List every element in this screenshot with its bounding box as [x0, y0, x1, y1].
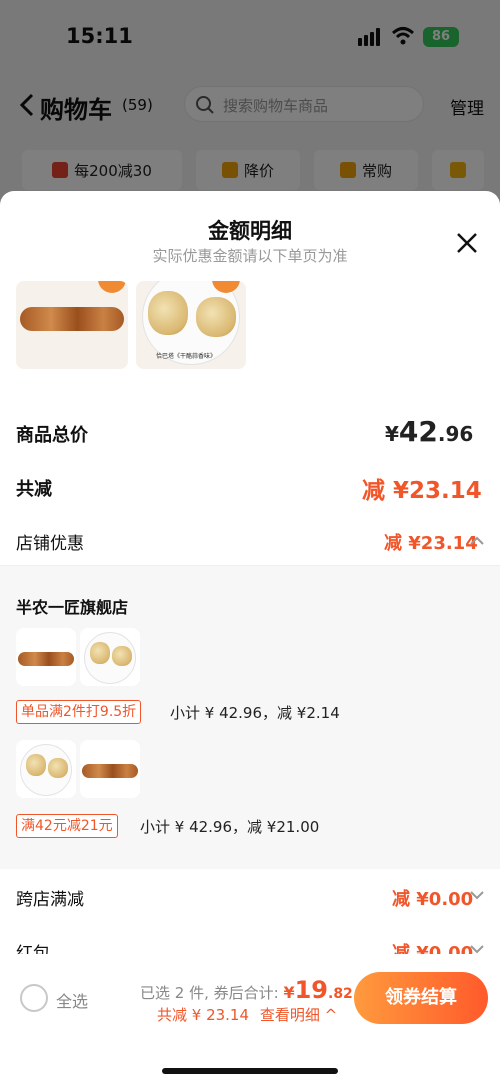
- total-price: ¥42.96: [385, 415, 473, 448]
- store-discount-label[interactable]: 店铺优惠: [16, 529, 84, 554]
- product-thumbnail: 恰巴塔《干酪蒜香味》: [136, 281, 246, 369]
- bun-image: [148, 291, 188, 335]
- promo-subtotal: 小计 ¥ 42.96，减 ¥21.00: [140, 818, 320, 836]
- checkout-button[interactable]: 领券结算: [354, 972, 488, 1024]
- promo-tag: 满42元减21元: [16, 814, 118, 838]
- chevron-down-icon[interactable]: [470, 891, 484, 901]
- cross-store-label[interactable]: 跨店满减: [16, 885, 84, 910]
- savings-amount: 共减 ¥ 23.14: [157, 1006, 250, 1024]
- summary-prefix: 已选 2 件, 券后合计:: [140, 984, 279, 1002]
- final-total-int: 19: [294, 976, 328, 1004]
- bread-image: [18, 652, 74, 666]
- chevron-up-icon[interactable]: [470, 535, 484, 545]
- badge-icon: [98, 281, 126, 293]
- sheet-title: 金额明细: [208, 219, 292, 243]
- home-indicator: [162, 1068, 338, 1074]
- product-thumbnail: [16, 281, 128, 369]
- select-all-label[interactable]: 全选: [56, 988, 88, 1012]
- currency-symbol: ¥: [283, 983, 295, 1002]
- bun-image: [26, 754, 46, 776]
- discount-label: 共减: [16, 479, 52, 500]
- total-price-dec: .96: [437, 422, 474, 446]
- bun-image: [90, 642, 110, 664]
- total-price-int: 42: [398, 415, 438, 448]
- product-thumbnail: [16, 740, 76, 798]
- view-detail-link[interactable]: 查看明细 ^: [260, 1006, 337, 1024]
- store-discount-detail: 半农一匠旗舰店 单品满2件打9.5折 小计 ¥ 42.96，减 ¥2.14 满4…: [0, 565, 500, 869]
- product-thumbnail: [16, 628, 76, 686]
- promo-subtotal: 小计 ¥ 42.96，减 ¥2.14: [170, 704, 340, 722]
- bun-image: [196, 297, 236, 337]
- discount-value: 减 ¥23.14: [362, 478, 482, 504]
- store-name: 半农一匠旗舰店: [16, 598, 129, 617]
- final-total-dec: .82: [328, 986, 353, 1002]
- amount-detail-sheet: 金额明细 实际优惠金额请以下单页为准 恰巴塔《干酪蒜香味》 商品总价 ¥42.9…: [0, 191, 500, 1084]
- savings-summary[interactable]: 共减 ¥ 23.14 查看明细 ^: [157, 1004, 337, 1025]
- bread-image: [82, 764, 138, 778]
- sheet-subtitle: 实际优惠金额请以下单页为准: [152, 247, 348, 265]
- bread-image: [20, 307, 124, 331]
- product-thumbnail: [80, 628, 140, 686]
- cross-store-value[interactable]: 减 ¥0.00: [392, 885, 473, 911]
- promo-tag: 单品满2件打9.5折: [16, 700, 142, 724]
- close-icon[interactable]: [455, 231, 479, 255]
- order-summary: 已选 2 件, 券后合计: ¥19.82: [140, 976, 353, 1004]
- bun-image: [48, 758, 68, 778]
- image-caption: 恰巴塔《干酪蒜香味》: [156, 353, 217, 360]
- total-label: 商品总价: [16, 425, 88, 446]
- product-thumbnail: [80, 740, 140, 798]
- checkout-bar: 全选 已选 2 件, 券后合计: ¥19.82 共减 ¥ 23.14 查看明细 …: [0, 954, 500, 1084]
- currency-symbol: ¥: [385, 422, 399, 446]
- bun-image: [112, 646, 132, 666]
- select-all-checkbox[interactable]: [20, 984, 48, 1012]
- store-discount-value[interactable]: 减 ¥23.14: [384, 529, 478, 555]
